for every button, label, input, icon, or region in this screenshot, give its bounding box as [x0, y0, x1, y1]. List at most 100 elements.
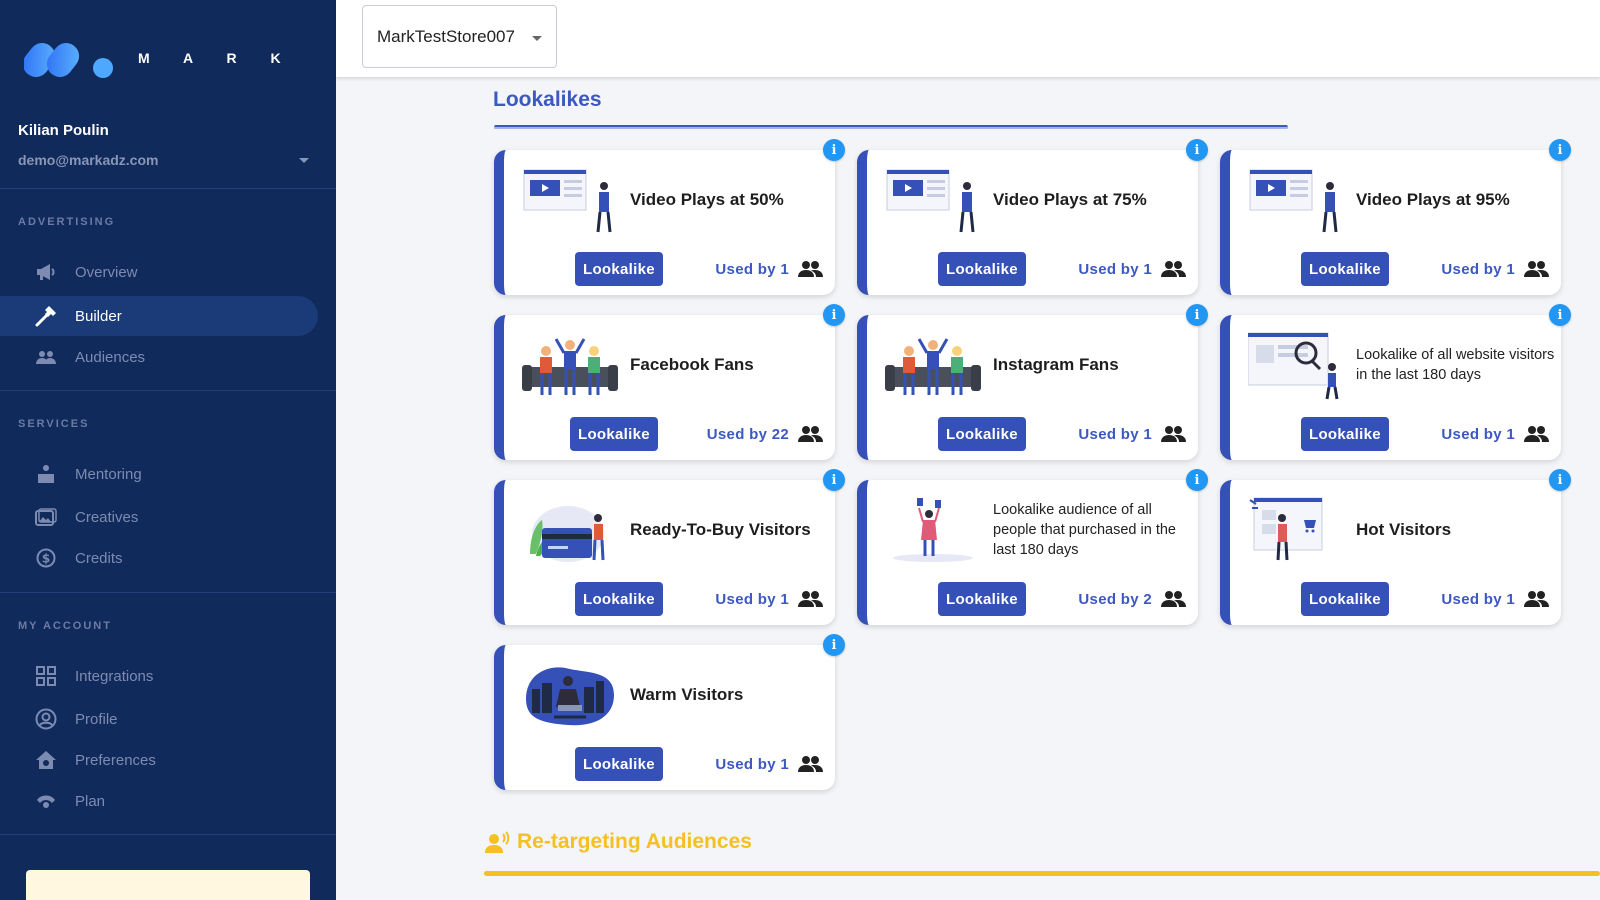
sidebar-item-preferences[interactable]: Preferences: [0, 740, 318, 780]
used-by-link[interactable]: Used by 1: [715, 252, 823, 286]
fans-illustration: [522, 329, 618, 401]
lookalike-button[interactable]: Lookalike: [575, 252, 663, 286]
lookalike-card-video-plays-at-50[interactable]: Video Plays at 50% Lookalike Used by 1: [494, 150, 835, 295]
people-icon: [797, 755, 823, 773]
people-icon: [797, 425, 823, 443]
sidebar-item-label: Audiences: [75, 348, 146, 366]
used-by-count: 1: [1143, 425, 1152, 443]
speaking-person-icon: [485, 831, 510, 853]
fans-illustration: [885, 329, 981, 401]
lookalike-button[interactable]: Lookalike: [570, 417, 658, 451]
lookalike-button[interactable]: Lookalike: [938, 582, 1026, 616]
store-select[interactable]: MarkTestStore007: [362, 5, 557, 68]
lookalike-button[interactable]: Lookalike: [575, 582, 663, 616]
lookalike-button[interactable]: Lookalike: [938, 252, 1026, 286]
info-icon[interactable]: i: [1549, 304, 1571, 326]
brand-logo[interactable]: M A R K: [24, 36, 296, 80]
info-icon[interactable]: i: [1186, 469, 1208, 491]
used-by-link[interactable]: Used by 22: [707, 417, 823, 451]
used-by-prefix: Used by: [1441, 260, 1502, 278]
used-by-prefix: Used by: [715, 260, 776, 278]
sidebar-item-audiences[interactable]: Audiences: [0, 337, 318, 377]
sidebar-item-builder[interactable]: Builder: [0, 296, 318, 336]
info-icon[interactable]: i: [1549, 469, 1571, 491]
used-by-prefix: Used by: [1441, 425, 1502, 443]
top-bar: MarkTestStore007: [336, 0, 1600, 77]
sidebar-item-credits[interactable]: $ Credits: [0, 538, 318, 578]
used-by-link[interactable]: Used by 1: [1441, 417, 1549, 451]
sidebar-divider: [0, 592, 336, 593]
lookalike-button[interactable]: Lookalike: [575, 747, 663, 781]
used-by-link[interactable]: Used by 1: [1441, 252, 1549, 286]
upgrade-banner[interactable]: [26, 870, 310, 900]
sidebar-item-plan[interactable]: Plan: [0, 781, 318, 821]
used-by-count: 1: [1506, 425, 1515, 443]
info-icon[interactable]: i: [823, 634, 845, 656]
section-label-services: SERVICES: [18, 418, 90, 430]
lookalike-card-video-plays-at-95[interactable]: Video Plays at 95% Lookalike Used by 1: [1220, 150, 1561, 295]
used-by-prefix: Used by: [715, 755, 776, 773]
sidebar-item-label: Preferences: [75, 751, 156, 769]
card-title: Instagram Fans: [993, 355, 1119, 374]
used-by-count: 1: [1143, 260, 1152, 278]
dollar-icon: $: [34, 546, 58, 570]
user-menu-caret-icon[interactable]: [299, 158, 309, 163]
people-icon: [1523, 425, 1549, 443]
used-by-count: 1: [780, 260, 789, 278]
sidebar-item-label: Plan: [75, 792, 106, 810]
sidebar-item-creatives[interactable]: Creatives: [0, 497, 318, 537]
lookalike-card-lookalike-of-all-website-visitors-in-the[interactable]: Lookalike of all website visitors in the…: [1220, 315, 1561, 460]
sidebar-item-label: Profile: [75, 710, 118, 728]
lookalike-card-ready-to-buy-visitors[interactable]: Ready-To-Buy Visitors Lookalike Used by 1: [494, 480, 835, 625]
sidebar-divider: [0, 390, 336, 391]
cart-illustration: [1248, 494, 1344, 566]
sidebar-item-mentoring[interactable]: Mentoring: [0, 454, 318, 494]
brand-name: M A R K: [138, 50, 296, 66]
lookalike-button[interactable]: Lookalike: [1301, 252, 1389, 286]
night-illustration: [522, 659, 618, 731]
lookalike-card-warm-visitors[interactable]: Warm Visitors Lookalike Used by 1: [494, 645, 835, 790]
lookalike-card-facebook-fans[interactable]: Facebook Fans Lookalike Used by 22: [494, 315, 835, 460]
lookalike-card-hot-visitors[interactable]: Hot Visitors Lookalike Used by 1: [1220, 480, 1561, 625]
sidebar-item-profile[interactable]: Profile: [0, 699, 318, 739]
lookalike-button[interactable]: Lookalike: [1301, 582, 1389, 616]
user-email[interactable]: demo@markadz.com: [18, 152, 158, 168]
people-icon: [1523, 590, 1549, 608]
used-by-count: 22: [771, 425, 789, 443]
sidebar-item-integrations[interactable]: Integrations: [0, 656, 318, 696]
info-icon[interactable]: i: [823, 469, 845, 491]
lookalike-button[interactable]: Lookalike: [1301, 417, 1389, 451]
used-by-link[interactable]: Used by 1: [715, 747, 823, 781]
used-by-prefix: Used by: [1078, 590, 1139, 608]
used-by-prefix: Used by: [1078, 260, 1139, 278]
megaphone-icon: [34, 260, 58, 284]
info-icon[interactable]: i: [823, 139, 845, 161]
used-by-count: 1: [780, 755, 789, 773]
used-by-link[interactable]: Used by 1: [1078, 252, 1186, 286]
used-by-count: 1: [780, 590, 789, 608]
creatives-icon: [34, 505, 58, 529]
people-icon: [1160, 590, 1186, 608]
used-by-link[interactable]: Used by 1: [1078, 417, 1186, 451]
lookalike-card-video-plays-at-75[interactable]: Video Plays at 75% Lookalike Used by 1: [857, 150, 1198, 295]
people-icon: [1523, 260, 1549, 278]
used-by-link[interactable]: Used by 1: [715, 582, 823, 616]
info-icon[interactable]: i: [1186, 304, 1208, 326]
lookalike-button[interactable]: Lookalike: [938, 417, 1026, 451]
info-icon[interactable]: i: [823, 304, 845, 326]
used-by-count: 2: [1143, 590, 1152, 608]
used-by-link[interactable]: Used by 1: [1441, 582, 1549, 616]
mark-logo-icon: [24, 43, 113, 78]
info-icon[interactable]: i: [1186, 139, 1208, 161]
card-title: Video Plays at 75%: [993, 190, 1147, 209]
card-title: Lookalike audience of all people that pu…: [993, 502, 1176, 558]
used-by-link[interactable]: Used by 2: [1078, 582, 1186, 616]
info-icon[interactable]: i: [1549, 139, 1571, 161]
used-by-prefix: Used by: [1441, 590, 1502, 608]
sidebar-item-overview[interactable]: Overview: [0, 252, 318, 292]
retargeting-heading-text: Re-targeting Audiences: [517, 830, 752, 853]
card-title: Facebook Fans: [630, 355, 754, 374]
card-title: Ready-To-Buy Visitors: [630, 520, 811, 539]
lookalike-card-instagram-fans[interactable]: Instagram Fans Lookalike Used by 1: [857, 315, 1198, 460]
lookalike-card-lookalike-audience-of-all-people-that-pu[interactable]: Lookalike audience of all people that pu…: [857, 480, 1198, 625]
